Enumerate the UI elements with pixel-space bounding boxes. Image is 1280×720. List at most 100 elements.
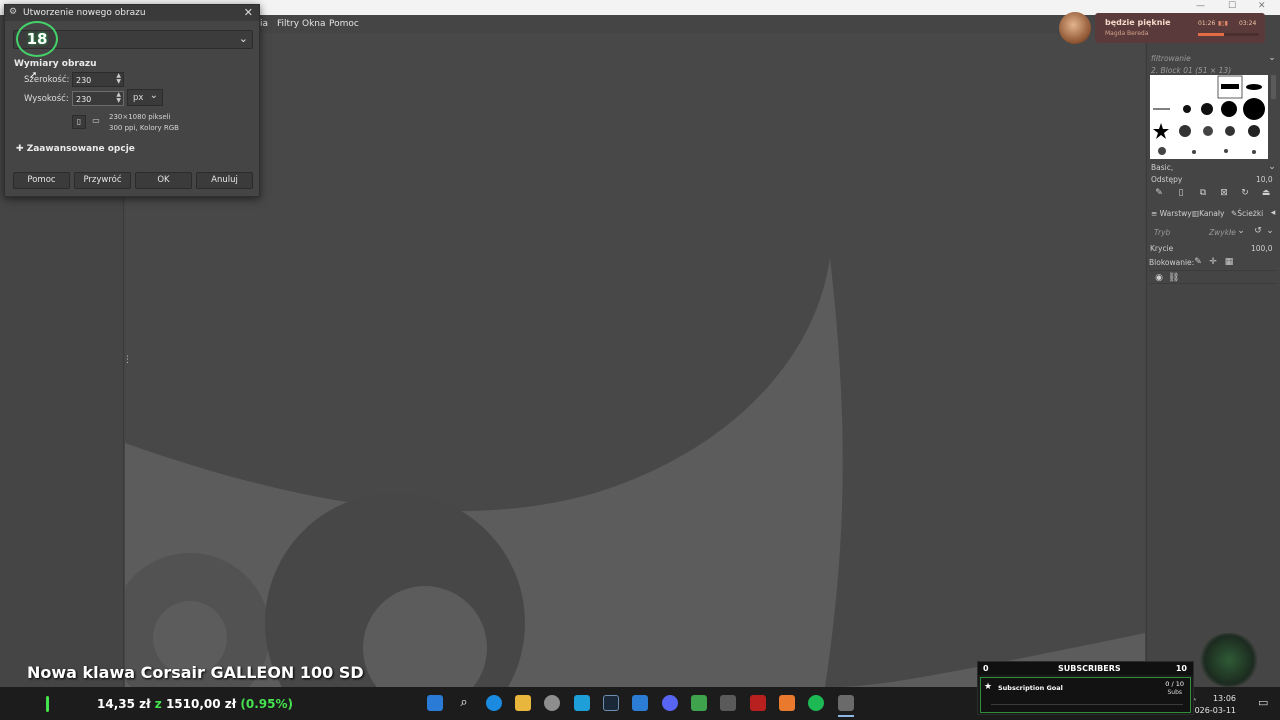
opacity-value[interactable]: 100,0	[1251, 244, 1272, 253]
lock-position-icon[interactable]: ✛	[1208, 257, 1218, 267]
brush-splatter	[1225, 126, 1235, 136]
tab-paths[interactable]: ✎Ścieżki	[1231, 209, 1263, 218]
app-icon[interactable]	[779, 695, 795, 711]
chevron-down-icon: ⌄	[149, 90, 158, 101]
unit-select[interactable]: px ⌄	[127, 89, 163, 106]
help-button[interactable]: Pomoc	[13, 172, 70, 189]
mouse-cursor-icon: ➚	[29, 70, 38, 81]
steam-icon[interactable]	[603, 695, 619, 711]
app-icon[interactable]	[750, 695, 766, 711]
total-time: 03:24	[1239, 20, 1257, 27]
brush-dot	[1201, 103, 1213, 115]
spin-arrows-icon[interactable]: ▲ ▼	[116, 73, 121, 85]
mode-select[interactable]: Zwykłe	[1209, 228, 1236, 237]
close-window-icon[interactable]: ✕	[1258, 1, 1266, 11]
app-icon[interactable]	[720, 695, 736, 711]
chrome-icon[interactable]	[544, 695, 560, 711]
delete-brush-icon[interactable]: ⊠	[1219, 188, 1229, 198]
clock-time: 13:06	[1212, 694, 1236, 703]
search-icon[interactable]: ⌕	[456, 695, 472, 711]
minecraft-icon[interactable]	[691, 695, 707, 711]
tab-channels[interactable]: ▥Kanały	[1192, 209, 1224, 218]
price-current: 14,35 zł	[97, 697, 151, 711]
brush-splatter	[1248, 125, 1260, 137]
menu-item-help[interactable]: Pomoc	[329, 19, 359, 29]
windows-start-icon[interactable]	[427, 695, 443, 711]
portrait-icon[interactable]: ▯	[72, 115, 86, 129]
tab-layers[interactable]: ≡ Warstwy	[1151, 209, 1192, 218]
brush-scrollbar[interactable]	[1271, 75, 1276, 99]
price-sep: z	[154, 697, 162, 711]
panel-menu-icon[interactable]: ◂	[1268, 208, 1278, 218]
active-app-indicator	[838, 715, 854, 717]
screen: — ☐ ✕ ia Filtry Okna Pomoc ⋮ ⋮ filtrowan…	[0, 0, 1280, 720]
stream-headline: Nowa klawa Corsair GALLEON 100 SD	[27, 663, 364, 682]
cancel-button[interactable]: Anuluj	[196, 172, 253, 189]
advanced-options-toggle[interactable]: ✚ Zaawansowane opcje	[16, 144, 135, 154]
spacing-value[interactable]: 10,0	[1256, 175, 1273, 184]
duplicate-brush-icon[interactable]: ⧉	[1198, 188, 1208, 198]
brush-splatter	[1224, 149, 1228, 153]
width-input[interactable]: 230 ▲ ▼	[72, 72, 124, 87]
brush-filter-input[interactable]: filtrowanie	[1151, 54, 1191, 63]
eye-icon[interactable]: ◉	[1154, 273, 1164, 283]
menu-item-partial[interactable]: ia	[260, 19, 268, 29]
refresh-icon[interactable]: ↻	[1240, 188, 1250, 198]
minimize-icon[interactable]: —	[1196, 1, 1205, 11]
app-icon[interactable]	[574, 695, 590, 711]
subs-left-count: 0	[983, 664, 989, 673]
vscode-icon[interactable]	[632, 695, 648, 711]
left-dock-handle-icon[interactable]: ⋮	[123, 355, 132, 365]
spacing-label: Odstępy	[1151, 175, 1183, 184]
height-input[interactable]: 230 ▲ ▼	[72, 91, 124, 106]
image-canvas[interactable]	[125, 33, 1145, 687]
price-percent: (0.95%)	[240, 697, 294, 711]
edge-browser-icon[interactable]	[486, 695, 502, 711]
menu-item-filters[interactable]: Filtry	[277, 19, 299, 29]
brush-splatter	[1203, 126, 1213, 136]
brush-splatter	[1192, 150, 1196, 154]
brush-grid[interactable]	[1150, 75, 1268, 159]
new-brush-icon[interactable]: ▯	[1176, 188, 1186, 198]
brush-dot	[1183, 105, 1191, 113]
chevron-down-icon[interactable]: ⌄	[1265, 226, 1275, 236]
subscription-goal: ★ Subscription Goal 0 / 10 Subs	[980, 677, 1191, 713]
chain-icon[interactable]: ⛓	[1168, 273, 1179, 283]
right-dock: filtrowanie ⌄ 2. Block 01 (51 × 13) Basi…	[1146, 33, 1280, 687]
brush-star	[1153, 123, 1169, 139]
ok-button[interactable]: OK	[135, 172, 192, 189]
lock-alpha-icon[interactable]: ▦	[1224, 257, 1234, 267]
reset-button[interactable]: Przywróć	[74, 172, 131, 189]
reset-mode-icon[interactable]: ↺	[1253, 226, 1263, 236]
maximize-icon[interactable]: ☐	[1228, 1, 1236, 11]
spin-arrows-icon[interactable]: ▲ ▼	[116, 92, 121, 104]
gimp-icon: ⚙	[9, 7, 18, 17]
age-rating-badge: 18	[16, 21, 58, 57]
close-icon[interactable]: ✕	[244, 6, 253, 19]
chevron-down-icon[interactable]: ⌄	[1236, 226, 1246, 236]
edit-brush-icon[interactable]: ✎	[1154, 188, 1164, 198]
export-icon[interactable]: ⏏	[1261, 188, 1271, 198]
discord-icon[interactable]	[662, 695, 678, 711]
gimp-icon[interactable]	[838, 695, 854, 711]
notification-icon[interactable]: ▭	[1258, 696, 1268, 709]
lock-pixels-icon[interactable]: ✎	[1193, 257, 1203, 267]
file-explorer-icon[interactable]	[515, 695, 531, 711]
chevron-down-icon[interactable]: ⌄	[1267, 53, 1277, 63]
chevron-down-icon[interactable]: ⌄	[1267, 162, 1277, 172]
elapsed-time: 01:26	[1198, 20, 1216, 27]
image-size-info: 230×1080 pikseli	[109, 113, 171, 121]
price-target: 1510,00 zł	[165, 697, 237, 711]
song-title: będzie pięknie	[1105, 18, 1171, 27]
image-color-info: 300 ppi, Kolory RGB	[109, 124, 179, 132]
landscape-icon[interactable]: ▭	[89, 115, 103, 129]
unit-value: px	[133, 93, 144, 103]
subs-title: SUBSCRIBERS	[1058, 664, 1121, 673]
subscribers-header: 0 SUBSCRIBERS 10	[978, 662, 1193, 675]
goal-progress-track	[991, 704, 1183, 705]
menu-item-windows[interactable]: Okna	[302, 19, 326, 29]
brush-dot	[1243, 98, 1265, 120]
system-clock[interactable]: 13:06 2026-03-11	[1190, 693, 1237, 717]
spotify-icon[interactable]	[808, 695, 824, 711]
now-playing-widget: będzie pięknie Magda Bereda 01:26 ▮▯▮ 03…	[1095, 13, 1265, 43]
